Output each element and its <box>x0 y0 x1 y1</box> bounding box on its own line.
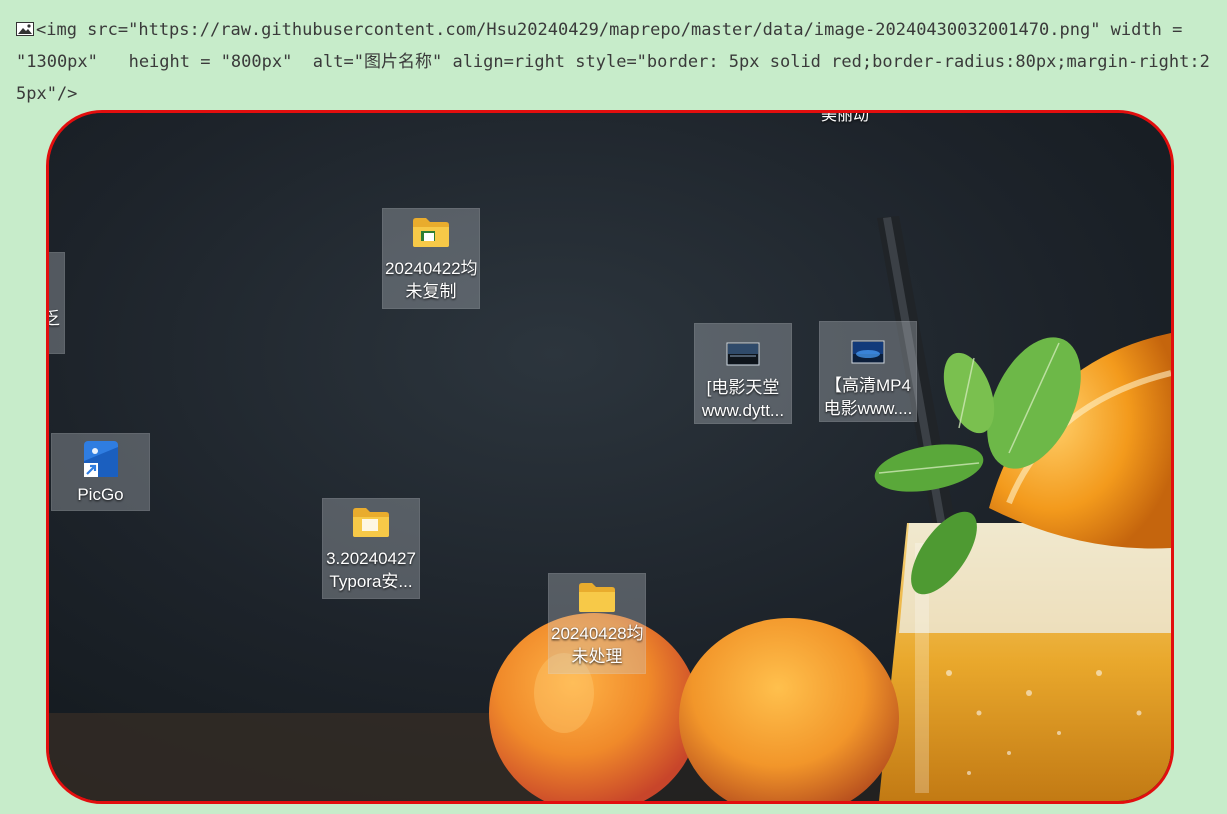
wallpaper-background <box>49 113 1171 801</box>
desktop-icon-label: [电影天堂 <box>706 378 780 397</box>
video-thumbnail-icon <box>726 342 760 366</box>
desktop-icon-label: 3.20240427 <box>326 549 416 568</box>
code-text: <img src="https://raw.githubusercontent.… <box>16 20 1210 104</box>
html-code-text: <img src="https://raw.githubusercontent.… <box>16 14 1212 110</box>
desktop-icon-label: www.dytt... <box>701 401 785 420</box>
desktop-icon-video-hd-mp4[interactable]: 【高清MP4 电影www.... <box>819 321 917 422</box>
desktop-icon-label: 乏 <box>49 307 60 330</box>
desktop-icon-partial-left[interactable]: 乏 <box>49 252 65 354</box>
desktop-icon-label: 未复制 <box>405 282 457 301</box>
desktop-icon-folder-typora[interactable]: 3.20240427 Typora安... <box>322 498 420 599</box>
desktop-icon-label: 20240422均 <box>385 259 477 278</box>
desktop-icon-label: 【高清MP4 <box>825 376 911 395</box>
desktop-icon-label: 20240428均 <box>551 624 643 643</box>
desktop-icon-label: Typora安... <box>329 572 413 591</box>
desktop-icon-video-dytt[interactable]: [电影天堂 www.dytt... <box>694 323 792 424</box>
partial-desktop-label: 美丽动 <box>821 110 870 124</box>
picgo-app-icon <box>83 441 118 477</box>
broken-image-icon <box>16 15 34 36</box>
desktop-icon-label: PicGo <box>77 485 124 504</box>
desktop-icon-label: 电影www.... <box>823 399 913 418</box>
video-thumbnail-icon <box>851 340 885 364</box>
desktop-icon-folder-20240428[interactable]: 20240428均 未处理 <box>548 573 646 674</box>
desktop-icon-folder-20240422[interactable]: 20240422均 未复制 <box>382 208 480 309</box>
desktop-icon-picgo[interactable]: PicGo <box>51 433 150 511</box>
desktop-icon-label: 未处理 <box>571 647 623 666</box>
folder-icon <box>413 218 449 247</box>
wallpaper-image-frame: 美丽动 乏 20240422均 未复制 [电影天堂 www.dytt... <box>46 110 1174 804</box>
folder-icon <box>353 508 389 537</box>
folder-icon <box>579 583 615 612</box>
